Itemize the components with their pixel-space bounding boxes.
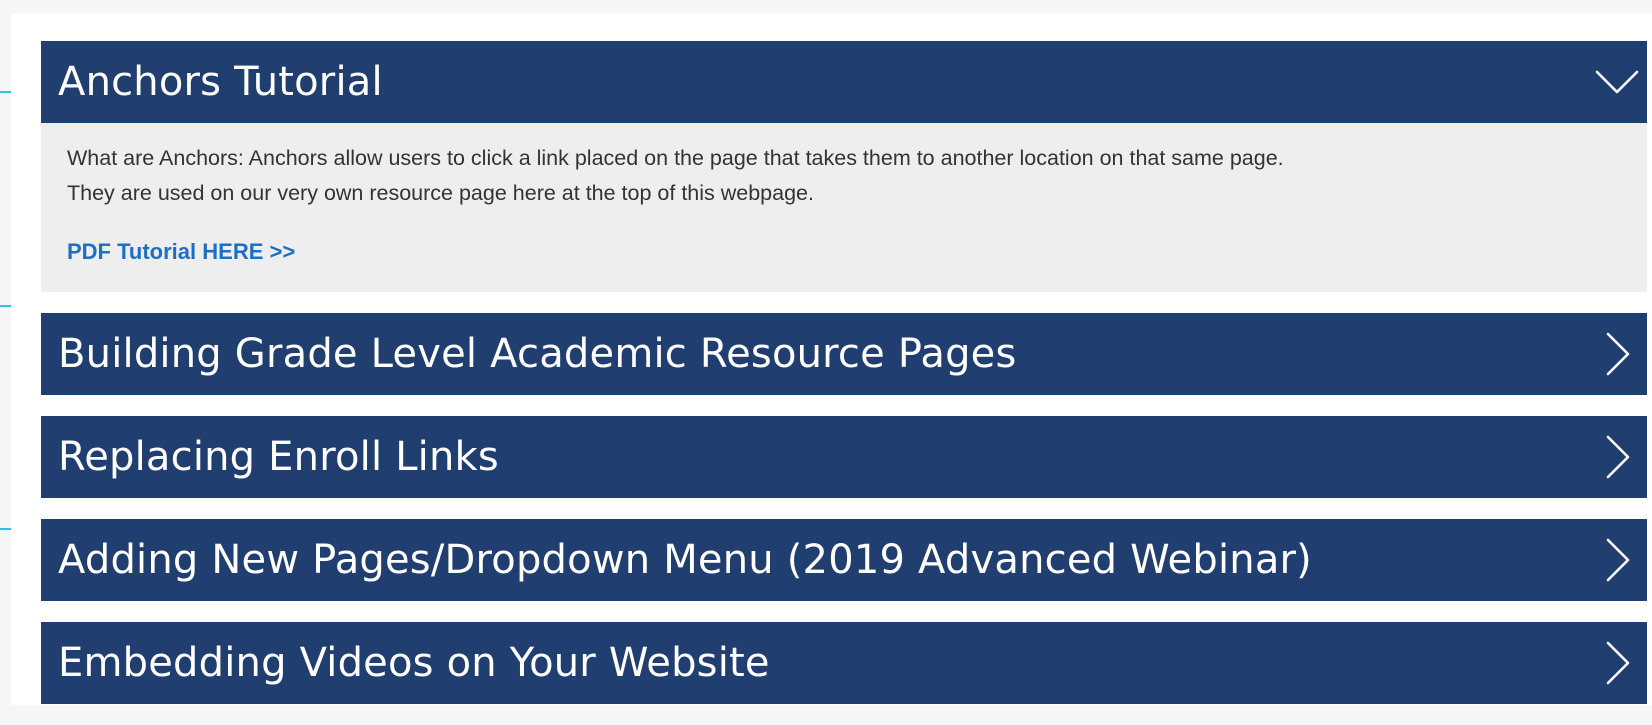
accordion-header-building-grade-level[interactable]: Building Grade Level Academic Resource P… <box>41 313 1647 395</box>
body-text-line-2: They are used on our very own resource p… <box>67 181 814 205</box>
accordion-body-text: What are Anchors: Anchors allow users to… <box>67 141 1621 211</box>
tutorial-accordion: Anchors Tutorial What are Anchors: Ancho… <box>41 41 1647 725</box>
guide-marker <box>0 305 11 307</box>
accordion-title: Replacing Enroll Links <box>58 434 499 480</box>
accordion-item-adding-new-pages: Adding New Pages/Dropdown Menu (2019 Adv… <box>41 519 1647 601</box>
accordion-item-embedding-videos: Embedding Videos on Your Website <box>41 622 1647 704</box>
accordion-title: Building Grade Level Academic Resource P… <box>58 331 1017 377</box>
accordion-item-replacing-enroll-links: Replacing Enroll Links <box>41 416 1647 498</box>
chevron-down-icon <box>1587 41 1647 123</box>
accordion-header-embedding-videos[interactable]: Embedding Videos on Your Website <box>41 622 1647 704</box>
chevron-right-icon <box>1587 313 1647 395</box>
chevron-right-icon <box>1587 416 1647 498</box>
body-text-line-1: What are Anchors: Anchors allow users to… <box>67 146 1284 170</box>
pdf-tutorial-link[interactable]: PDF Tutorial HERE >> <box>67 239 295 265</box>
accordion-item-anchors-tutorial: Anchors Tutorial What are Anchors: Ancho… <box>41 41 1647 292</box>
accordion-title: Embedding Videos on Your Website <box>58 640 770 686</box>
accordion-item-building-grade-level: Building Grade Level Academic Resource P… <box>41 313 1647 395</box>
accordion-title: Anchors Tutorial <box>58 59 383 105</box>
accordion-header-replacing-enroll-links[interactable]: Replacing Enroll Links <box>41 416 1647 498</box>
chevron-right-icon <box>1587 519 1647 601</box>
chevron-right-icon <box>1587 622 1647 704</box>
accordion-header-anchors-tutorial[interactable]: Anchors Tutorial <box>41 41 1647 123</box>
guide-marker <box>0 91 11 93</box>
accordion-title: Adding New Pages/Dropdown Menu (2019 Adv… <box>58 537 1312 583</box>
accordion-header-adding-new-pages[interactable]: Adding New Pages/Dropdown Menu (2019 Adv… <box>41 519 1647 601</box>
accordion-body-anchors-tutorial: What are Anchors: Anchors allow users to… <box>41 123 1647 292</box>
guide-marker <box>0 528 11 530</box>
